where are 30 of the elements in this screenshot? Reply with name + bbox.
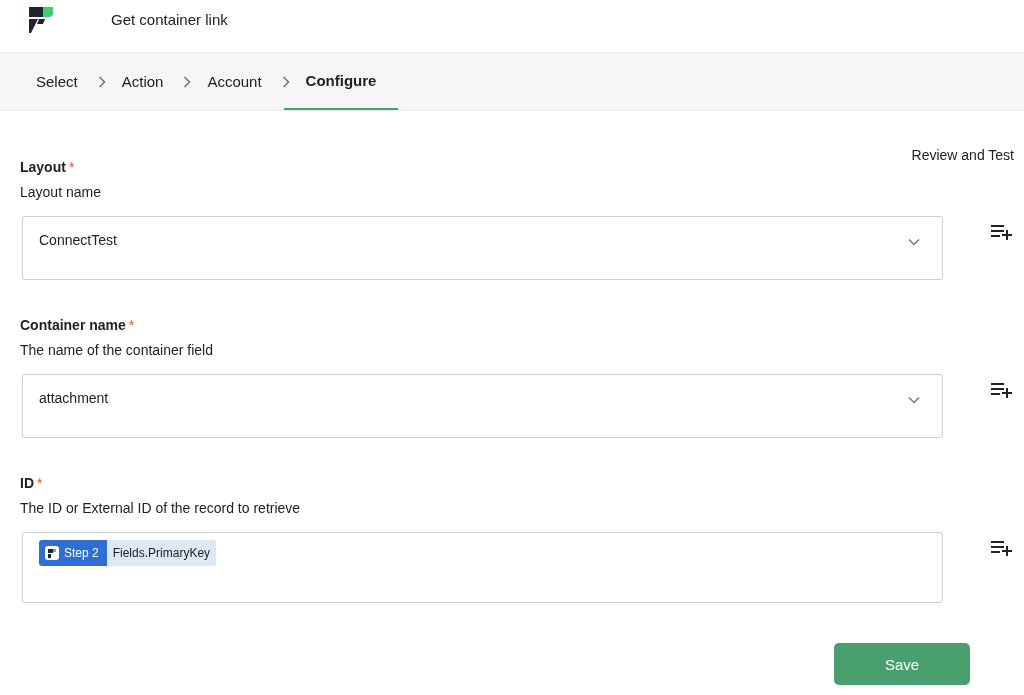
required-asterisk: * [68, 159, 75, 175]
chevron-down-icon [908, 396, 920, 404]
field-label: Container name [20, 317, 126, 333]
field-description: The ID or External ID of the record to retrieve [20, 500, 302, 516]
select-field[interactable]: attachment [22, 374, 943, 438]
field-label: Layout [20, 159, 66, 175]
field-description: Layout name [20, 184, 102, 200]
add-to-list-icon[interactable] [991, 540, 1013, 556]
chevron-right-icon [281, 75, 290, 88]
field-label: ID [20, 475, 34, 491]
required-asterisk: * [37, 475, 43, 491]
breadcrumb-step[interactable]: Configure [283, 53, 399, 110]
field-reference-tag: Fields.PrimaryKey [106, 540, 217, 566]
breadcrumb-step[interactable]: Action [121, 53, 164, 110]
required-asterisk: * [128, 317, 135, 333]
chevron-down-icon [908, 238, 920, 246]
app-logo-icon [29, 7, 53, 33]
select-field[interactable]: ConnectTest [22, 216, 943, 280]
add-to-list-icon[interactable] [991, 382, 1013, 398]
input-field[interactable]: Step 2 Fields.PrimaryKey [22, 532, 943, 603]
breadcrumb-step[interactable]: Select [36, 53, 78, 110]
chevron-right-icon [97, 75, 106, 88]
field-description: The name of the container field [20, 342, 214, 358]
app-logo-icon [45, 546, 59, 560]
review-and-test-link[interactable]: Review and Test [911, 147, 1014, 163]
chevron-right-icon [183, 75, 192, 88]
step-tag: Step 2 [39, 540, 107, 566]
add-to-list-icon[interactable] [991, 224, 1013, 240]
page-title: Get container link [111, 10, 228, 28]
breadcrumb-step[interactable]: Account [207, 53, 262, 110]
